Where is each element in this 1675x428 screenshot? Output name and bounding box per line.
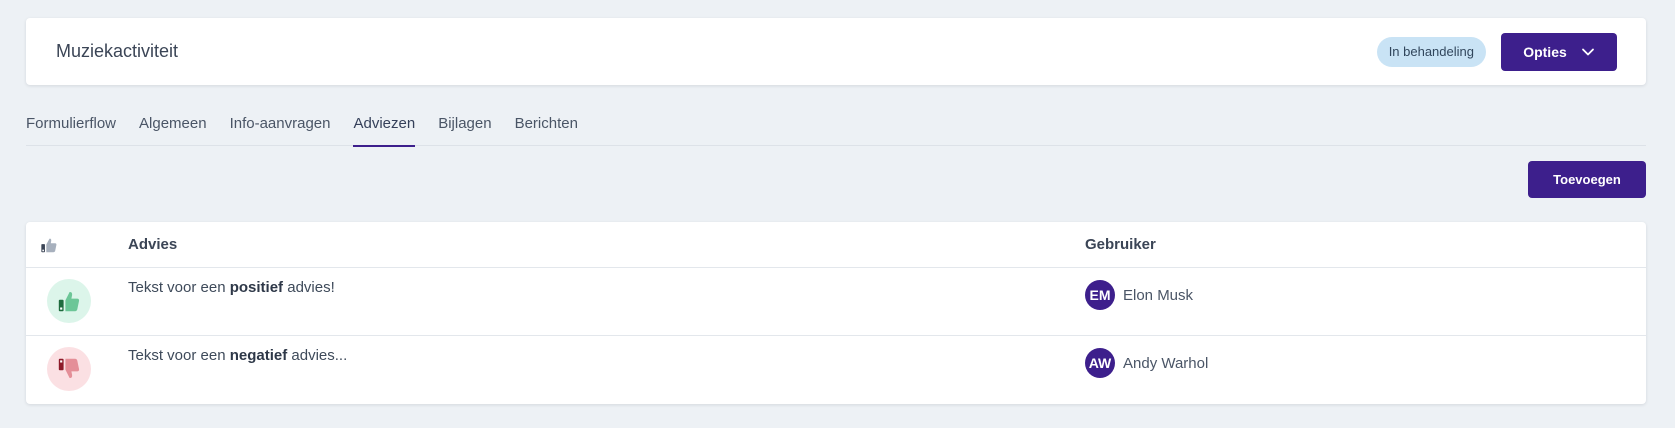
advice-keyword: positief	[229, 279, 284, 296]
column-header-user: Gebruiker	[1085, 236, 1156, 253]
user-cell: AW Andy Warhol	[1085, 336, 1646, 378]
tab-adviezen[interactable]: Adviezen	[353, 110, 415, 147]
advice-keyword: negatief	[229, 347, 288, 364]
header-actions: In behandeling Opties	[1376, 32, 1617, 71]
tab-algemeen[interactable]: Algemeen	[139, 110, 207, 146]
advice-table: Advies Gebruiker Tekst voor een positief…	[26, 222, 1646, 404]
page-title: Muziekactiviteit	[56, 41, 179, 61]
header-card: Muziekactiviteit In behandeling Opties	[26, 18, 1646, 85]
user-name: Elon Musk	[1123, 286, 1194, 304]
tab-formulierflow[interactable]: Formulierflow	[26, 110, 116, 146]
table-row: Tekst voor een positief advies! EM Elon …	[26, 268, 1646, 336]
user-cell: EM Elon Musk	[1085, 268, 1646, 310]
tab-bar: Formulierflow Algemeen Info-aanvragen Ad…	[26, 110, 1646, 147]
tab-info-aanvragen[interactable]: Info-aanvragen	[230, 110, 331, 146]
table-header: Advies Gebruiker	[26, 222, 1646, 268]
tab-bijlagen[interactable]: Bijlagen	[438, 110, 491, 146]
chevron-down-icon	[1581, 48, 1594, 55]
user-name: Andy Warhol	[1123, 354, 1209, 372]
avatar: AW	[1085, 348, 1115, 378]
column-header-advice: Advies	[128, 236, 178, 253]
negative-badge	[47, 347, 91, 391]
sentiment-cell	[26, 268, 128, 323]
add-button[interactable]: Toevoegen	[1528, 161, 1646, 198]
positive-badge	[47, 279, 91, 323]
advice-text: Tekst voor een negatief advies...	[128, 347, 348, 364]
avatar: EM	[1085, 280, 1115, 310]
page: Muziekactiviteit In behandeling Opties F…	[0, 0, 1675, 428]
thumbs-down-icon	[58, 358, 80, 379]
column-header-sentiment	[26, 236, 128, 254]
options-button[interactable]: Opties	[1501, 32, 1617, 71]
table-row: Tekst voor een negatief advies... AW And…	[26, 336, 1646, 404]
sentiment-cell	[26, 336, 128, 391]
thumbs-icon	[41, 238, 57, 252]
options-label: Opties	[1523, 43, 1567, 60]
advice-text: Tekst voor een positief advies!	[128, 279, 335, 296]
status-badge: In behandeling	[1376, 36, 1486, 67]
tab-berichten[interactable]: Berichten	[515, 110, 578, 146]
thumbs-up-icon	[58, 291, 80, 312]
